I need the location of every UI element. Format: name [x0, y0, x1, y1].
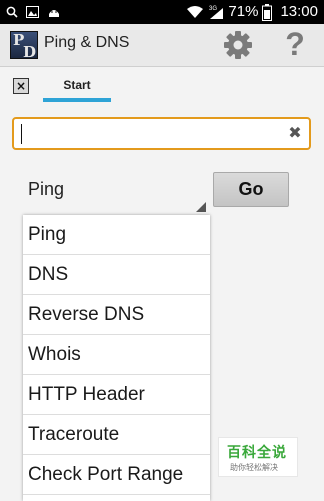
status-notification-icons [6, 3, 61, 21]
status-time: 13:00 [280, 3, 318, 20]
dropdown-item-dns[interactable]: DNS [23, 255, 210, 295]
app-title: Ping & DNS [44, 34, 130, 51]
dropdown-item-label: Whois [28, 344, 81, 365]
host-input[interactable] [20, 122, 284, 146]
help-button[interactable]: ? [280, 26, 310, 62]
tab-start[interactable]: Start [43, 74, 111, 100]
spinner-selected-value: Ping [28, 179, 65, 199]
close-tab-button[interactable]: × [13, 78, 29, 94]
dropdown-corner-icon [196, 202, 206, 212]
app-icon-letter-d: D [23, 43, 37, 61]
tab-selected-indicator [43, 98, 111, 102]
svg-text:3G: 3G [209, 6, 217, 12]
signal-icon: 3G [209, 6, 224, 19]
battery-percentage: 71% [228, 3, 259, 20]
text-cursor [21, 124, 22, 144]
dropdown-item-label: HTTP Header [28, 384, 145, 405]
host-input-field[interactable]: ✖ [12, 117, 311, 150]
dropdown-item-ping[interactable]: Ping [23, 215, 210, 255]
command-spinner[interactable]: Ping [22, 172, 208, 214]
gear-icon [224, 31, 252, 59]
dropdown-item-label: DNS [28, 264, 69, 285]
image-icon [26, 6, 39, 18]
android-icon [49, 10, 59, 17]
wifi-icon [187, 6, 204, 18]
clear-input-button[interactable]: ✖ [287, 124, 303, 142]
dropdown-item-reverse-dns[interactable]: Reverse DNS [23, 295, 210, 335]
status-system-icons: 3G 71% 13:00 [186, 2, 318, 22]
action-bar: P D Ping & DNS ? [0, 24, 324, 67]
watermark-subtitle: 助你轻松解决 [230, 463, 278, 472]
dropdown-item-label: Traceroute [28, 424, 120, 445]
dropdown-item-label: Check Port Range [28, 464, 184, 485]
watermark-title: 百科全说 [227, 445, 287, 461]
dropdown-item-whois[interactable]: Whois [23, 335, 210, 375]
status-bar: 3G 71% 13:00 [0, 0, 324, 24]
app-icon: P D [10, 31, 38, 61]
dropdown-item-check-port-range[interactable]: Check Port Range [23, 455, 210, 495]
settings-button[interactable] [222, 29, 254, 61]
battery-icon [262, 3, 273, 21]
search-icon [6, 6, 18, 18]
dropdown-item-traceroute[interactable]: Traceroute [23, 415, 210, 455]
dropdown-item-label: Reverse DNS [28, 304, 145, 325]
watermark-badge: 百科全说 助你轻松解决 [218, 437, 298, 477]
dropdown-item-label: Ping [28, 224, 67, 245]
command-dropdown-list: Ping DNS Reverse DNS Whois HTTP Header T… [23, 215, 210, 501]
go-button[interactable]: Go [213, 172, 289, 207]
dropdown-item-http-header[interactable]: HTTP Header [23, 375, 210, 415]
